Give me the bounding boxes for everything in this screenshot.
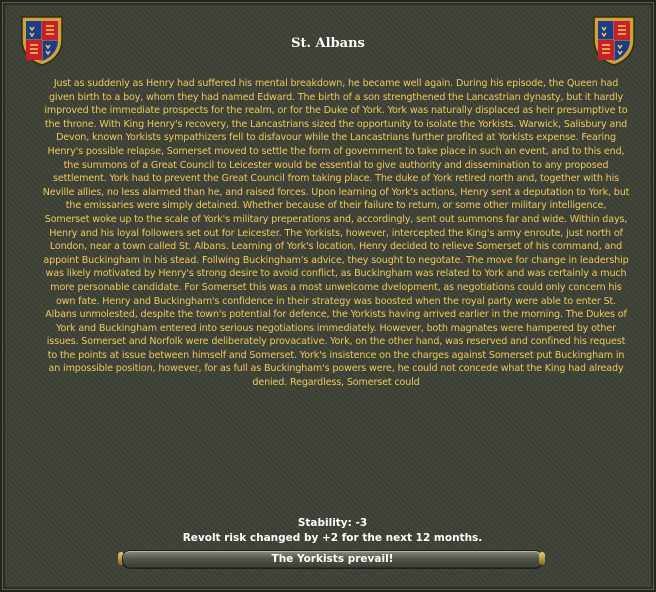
event-option-button[interactable]: The Yorkists prevail! <box>122 550 543 569</box>
event-description: Just as suddenly as Henry had suffered h… <box>42 78 630 389</box>
stability-effect: Stability: -3 <box>297 517 368 529</box>
revolt-risk-effect: Revolt risk changed by +2 for the next 1… <box>182 532 483 544</box>
button-right-cap <box>539 552 545 565</box>
event-title: St. Albans <box>291 36 365 51</box>
